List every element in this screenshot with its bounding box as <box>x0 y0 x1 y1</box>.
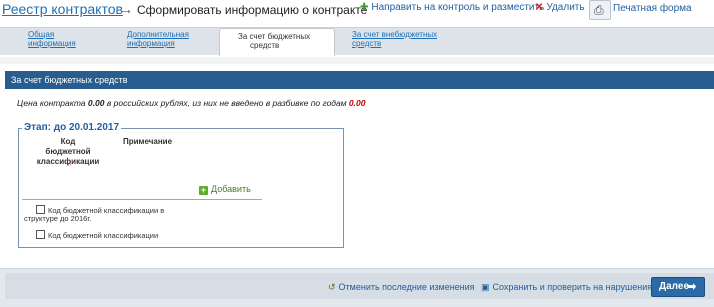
price-value: 0.00 <box>87 98 105 108</box>
add-kbk-button[interactable]: + Добавить <box>199 184 251 195</box>
tab-label-line2: средств <box>250 41 280 50</box>
checkbox[interactable] <box>36 205 45 214</box>
save-label: Сохранить и проверить на нарушения <box>492 282 653 292</box>
undo-icon: ↺ <box>328 282 336 292</box>
print-icon-button[interactable]: ⎙ <box>589 0 611 20</box>
breadcrumb-arrow-icon: → <box>119 1 133 17</box>
tab-label-line1: Дополнительная <box>127 30 189 39</box>
checkbox2-label: Код бюджетной классификации <box>48 231 159 240</box>
tab-label-line1: Общая <box>28 30 55 39</box>
section-title: За счет бюджетных средств <box>11 75 128 85</box>
price-middle: в российских рублях, из них не введено в… <box>104 98 349 108</box>
delete-icon: ✕ <box>535 2 544 13</box>
tab-extrabudget-funds[interactable]: За счет внебюджетных средств <box>352 30 437 48</box>
section-spacer <box>0 57 714 64</box>
send-label: Направить на контроль и разместить <box>371 2 545 13</box>
save-and-check-button[interactable]: ▣ Сохранить и проверить на нарушения <box>481 282 652 293</box>
divider <box>22 199 262 200</box>
next-button[interactable]: Далее ➡ <box>651 277 705 297</box>
price-prefix: Цена контракта <box>17 98 88 108</box>
delete-label: Удалить <box>546 2 585 13</box>
contract-price-line: Цена контракта 0.00 в российских рублях,… <box>17 98 365 108</box>
printer-icon: ⎙ <box>594 3 604 17</box>
print-form-link[interactable]: Печатная форма <box>613 3 692 14</box>
kbk-line1: Код <box>60 137 76 146</box>
next-label: Далее <box>659 281 690 292</box>
save-icon: ▣ <box>481 282 490 292</box>
kbk-line2: бюджетной <box>45 147 91 156</box>
checkbox1-label-line2: структуре до 2016г. <box>24 214 92 223</box>
tab-label-line1: За счет внебюджетных <box>352 30 438 39</box>
unallocated-value: 0.00 <box>348 98 366 108</box>
tab-general-info[interactable]: Общая информация <box>28 30 76 48</box>
send-icon: ✚ <box>360 2 369 13</box>
column-header-note: Примечание <box>123 137 173 146</box>
tab-label-line1: За счет бюджетных <box>238 32 311 41</box>
undo-changes-button[interactable]: ↺ Отменить последние изменения <box>328 282 475 293</box>
tab-label-line2: информация <box>127 39 175 48</box>
stage-legend: Этап: до 20.01.2017 <box>22 122 122 133</box>
tab-label-line2: средств <box>352 39 382 48</box>
add-label: Добавить <box>211 184 251 194</box>
undo-label: Отменить последние изменения <box>338 282 475 292</box>
delete-button[interactable]: ✕ Удалить <box>535 2 585 13</box>
tab-label-line2: информация <box>28 39 76 48</box>
tab-budget-funds-label: За счет бюджетных средств <box>238 32 310 50</box>
checkbox[interactable] <box>36 230 45 239</box>
required-marker: ^ <box>68 163 72 170</box>
arrow-right-icon: ➡ <box>687 281 697 293</box>
registry-link[interactable]: Реестр контрактов <box>2 1 123 17</box>
tab-additional-info[interactable]: Дополнительная информация <box>127 30 189 48</box>
plus-icon: + <box>199 185 208 195</box>
page-title: Сформировать информацию о контракте <box>137 3 368 17</box>
checkbox-kbk[interactable]: Код бюджетной классификации <box>36 230 158 240</box>
send-to-control-button[interactable]: ✚ Направить на контроль и разместить <box>360 2 544 13</box>
